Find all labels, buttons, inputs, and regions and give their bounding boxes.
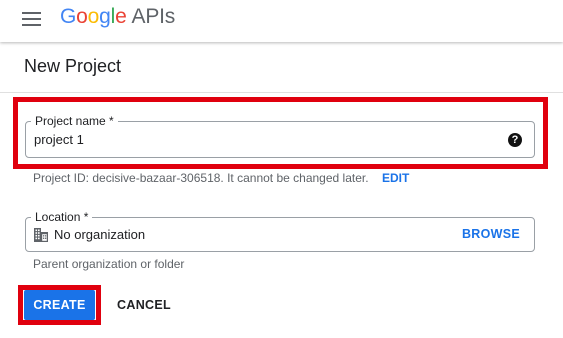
logo-letter: g — [99, 5, 111, 28]
project-name-input[interactable]: project 1 — [34, 132, 84, 147]
title-divider — [0, 92, 563, 93]
logo-letter: e — [115, 5, 127, 28]
top-app-bar: Google APIs — [0, 0, 563, 42]
parent-hint: Parent organization or folder — [33, 257, 185, 271]
project-name-field[interactable]: Project name * project 1 ? — [25, 114, 535, 158]
project-id-hint: Project ID: decisive-bazaar-306518. It c… — [33, 171, 369, 185]
location-field[interactable]: Location * No organization BROWSE — [25, 210, 535, 252]
edit-project-id-link[interactable]: EDIT — [382, 171, 409, 185]
logo-letter: o — [76, 5, 88, 28]
building-icon — [34, 228, 48, 242]
browse-button[interactable]: BROWSE — [462, 227, 520, 241]
hamburger-menu-icon[interactable] — [22, 12, 41, 26]
logo-letter: o — [87, 5, 100, 28]
help-icon[interactable]: ? — [508, 133, 522, 147]
project-name-label: Project name * — [31, 114, 118, 128]
cancel-button[interactable]: CANCEL — [112, 290, 176, 320]
location-label: Location * — [31, 210, 93, 224]
logo-letter: G — [60, 5, 77, 28]
page-title: New Project — [24, 56, 122, 76]
logo-product-name: APIs — [131, 5, 176, 28]
google-apis-logo[interactable]: Google APIs — [60, 5, 175, 29]
create-button[interactable]: CREATE — [24, 290, 95, 320]
location-value: No organization — [54, 227, 146, 242]
